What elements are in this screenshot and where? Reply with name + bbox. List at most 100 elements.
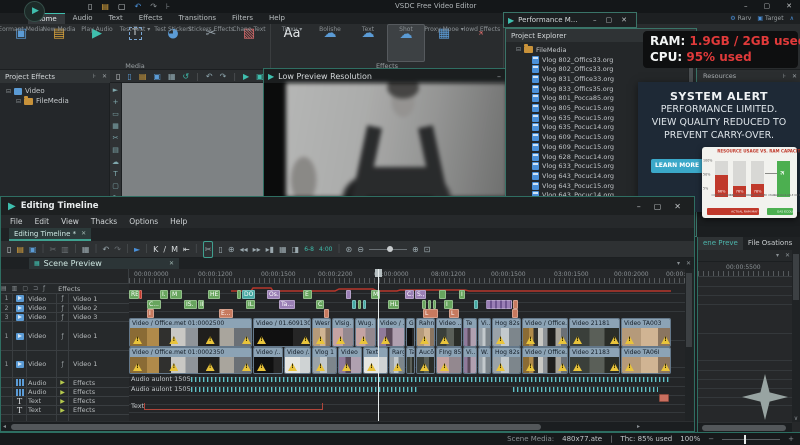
app-logo[interactable]: ▶ [24, 1, 45, 22]
timeline-clip[interactable]: I [459, 290, 465, 299]
video-clip[interactable]: Video TA06I [621, 347, 671, 374]
video-clip[interactable]: Video / Office.... [522, 318, 568, 347]
dock-tab-file-osations[interactable]: File Osations [743, 237, 797, 250]
ribbon-button-play-audio[interactable]: ▶Play Audio [78, 24, 116, 62]
expander-icon[interactable]: ⊟ [516, 46, 521, 53]
key-icon[interactable]: K [153, 242, 158, 257]
clone-tool-icon[interactable]: ▤ [112, 146, 119, 154]
scrollbar[interactable]: ◂ ▸ [1, 421, 694, 431]
explorer-file[interactable]: Vlog 633_Pocuc15.org [532, 162, 614, 171]
zoom-out-icon[interactable]: ⊖ [357, 242, 364, 257]
timeline-clip[interactable] [352, 300, 356, 309]
ribbon-button-proxy-mooe-[interactable]: ▦Proxy Mooe ▾ [425, 24, 463, 62]
timeline-clip[interactable]: I. [160, 290, 168, 299]
doc-icon[interactable]: ▯ [127, 70, 131, 83]
explorer-file[interactable]: Vlog 805_Pocuc15.org [532, 104, 614, 113]
track-name[interactable]: Effects [69, 406, 129, 414]
text-duration-marker[interactable] [144, 403, 323, 410]
fit-icon[interactable]: ⊡ [424, 242, 431, 257]
track-row-header[interactable]: 1VideoƒVideo 1 [1, 322, 129, 351]
menu-view[interactable]: View [55, 215, 85, 228]
track-name[interactable]: Video 1 [69, 322, 129, 350]
cut-icon[interactable]: ✂ [50, 242, 57, 257]
close-icon[interactable]: ✕ [789, 73, 800, 80]
zoom-out-button[interactable]: − [708, 433, 714, 445]
timeline-clip[interactable] [139, 290, 142, 299]
item[interactable] [387, 246, 393, 252]
track-fx[interactable]: ƒ [57, 304, 69, 312]
track-fx[interactable]: ▶ [57, 378, 69, 387]
pin-icon[interactable]: ⊦ [166, 0, 170, 13]
save-icon[interactable]: ▢ [118, 0, 126, 13]
go-start-icon[interactable]: ⇤ [183, 242, 190, 257]
text-tool-icon[interactable]: T [113, 170, 117, 178]
minimize-icon[interactable]: – [744, 0, 748, 13]
timeline-clip[interactable] [346, 290, 351, 299]
track-row-header[interactable]: 2VideoƒVideo 2 [1, 304, 129, 313]
wand-tool-icon[interactable]: + [113, 98, 119, 106]
video-clip[interactable]: Hog 82s. [492, 318, 521, 347]
timeline-clip[interactable]: I [444, 300, 453, 309]
explorer-folder[interactable]: ⊟FileMedia [516, 45, 566, 54]
timeline-clip[interactable]: L [449, 309, 459, 318]
ribbon-tab-filters[interactable]: Filters [224, 13, 261, 24]
video-clip[interactable]: Wesr... [312, 318, 331, 347]
timeline-clip[interactable] [422, 300, 426, 309]
video-clip[interactable]: Hog 82s [492, 347, 521, 374]
track-fx[interactable]: ▶ [57, 406, 69, 414]
video-clip[interactable]: Video / Office... [522, 347, 568, 374]
undo-icon[interactable]: ↶ [206, 70, 213, 83]
text-clip[interactable] [659, 394, 669, 402]
shape-tool-icon[interactable]: ▭ [112, 110, 119, 118]
end-icon[interactable]: ▸▮ [266, 242, 274, 257]
close-icon[interactable]: ✕ [786, 0, 792, 13]
timeline-clip[interactable]: E... [219, 309, 233, 318]
playhead-line[interactable] [378, 269, 379, 421]
video-clip[interactable]: Video TA003 [621, 318, 671, 347]
film-icon[interactable]: ▦ [82, 242, 90, 257]
explorer-file[interactable]: Vlog 609_Pocuc15.org [532, 142, 614, 151]
ribbon-button-eormant-media[interactable]: ▣Eormant Media [2, 24, 40, 62]
target-badge[interactable]: ▣Target [757, 15, 783, 22]
explorer-file[interactable]: Vlog 609_Pocuc15.org [532, 133, 614, 142]
timeline-clip[interactable] [474, 300, 478, 309]
timeline-ruler[interactable]: 00:00:000000:00:120000:00:150000:00:2200… [129, 269, 687, 284]
maximize-icon[interactable]: ▢ [764, 0, 771, 13]
explorer-file[interactable]: Vlog 643_Pocuc14.org [532, 171, 614, 180]
close-icon[interactable]: ✕ [169, 260, 174, 267]
scroll-down-icon[interactable]: ∨ [792, 415, 800, 422]
track-row-header[interactable]: 1VideoƒVideo 1 [1, 294, 129, 304]
scrollbar[interactable] [792, 250, 800, 422]
page-icon[interactable]: ▯ [218, 242, 222, 257]
track-name[interactable]: Video 1 [69, 294, 129, 303]
timeline-clip[interactable] [439, 290, 446, 299]
range-label[interactable]: 6-8 [304, 242, 314, 257]
timeline-clip[interactable]: S., [415, 290, 426, 299]
globe-icon[interactable]: ⊛ [346, 242, 353, 257]
explorer-file[interactable]: Vlog 635_Pocuc15.org [532, 113, 614, 122]
timeline-clip[interactable]: IS. [184, 300, 197, 309]
ribbon-tab-audio[interactable]: Audio [65, 13, 101, 24]
gear-badge[interactable]: ⚙Rarv [730, 15, 751, 22]
redo-icon[interactable]: ↷ [220, 70, 227, 83]
video-clip[interactable]: Vi.. [463, 347, 477, 374]
header-icon[interactable]: ▥ [12, 285, 18, 292]
scene-preview-tab[interactable]: ▦ Scene Preview ✕ [29, 258, 179, 269]
expander-icon[interactable]: ⊟ [16, 98, 21, 105]
zoom-sel-icon[interactable]: ⊕ [228, 242, 235, 257]
ribbon-tab-help[interactable]: Help [261, 13, 293, 24]
track-fx[interactable]: ▶ [57, 388, 69, 396]
menu-edit[interactable]: Edit [29, 215, 56, 228]
explorer-file[interactable]: Vlog 643_Pocuc15.org [532, 181, 614, 190]
timeline-clip[interactable]: HL [388, 300, 399, 309]
scroll-left-icon[interactable]: ◂ [3, 422, 6, 432]
track-row-header[interactable]: TText▶Effects [1, 406, 129, 415]
timeline-clip[interactable]: I [147, 309, 154, 318]
timeline-clip[interactable]: IL. [246, 300, 255, 309]
play-icon[interactable]: ▶ [243, 70, 249, 83]
open-folder-icon[interactable]: ▤ [101, 0, 109, 13]
zoom-in-icon[interactable]: ⊕ [412, 242, 419, 257]
ribbon-button-test-stickers[interactable]: ◕Test Stickers [154, 24, 192, 62]
blur-tool-icon[interactable]: ☁ [112, 158, 119, 166]
save-icon[interactable]: ▣ [153, 70, 161, 83]
